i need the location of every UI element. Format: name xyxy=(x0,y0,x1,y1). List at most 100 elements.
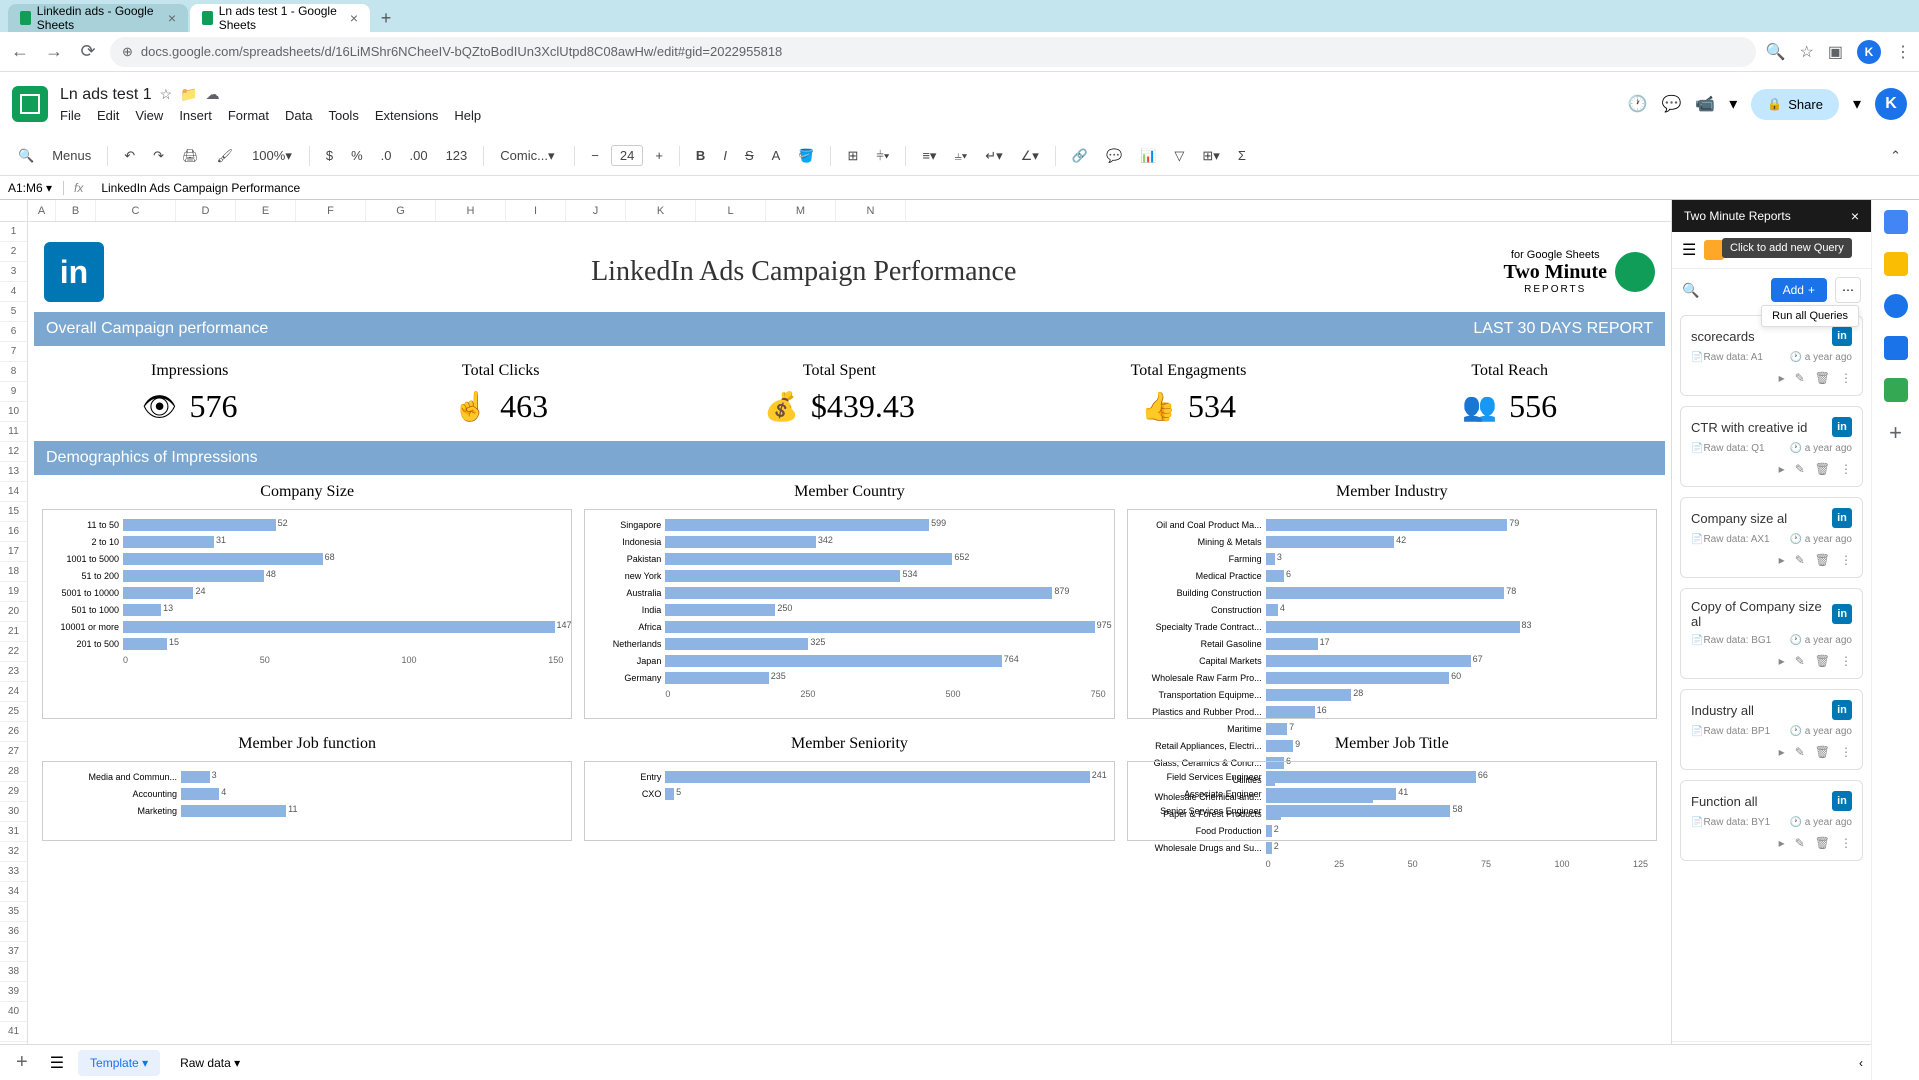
run-icon[interactable]: ▸ xyxy=(1779,462,1785,476)
edit-icon[interactable]: ✎ xyxy=(1795,553,1805,567)
delete-icon[interactable]: 🗑 xyxy=(1815,553,1830,567)
row-header[interactable]: 35 xyxy=(0,902,27,922)
more-icon[interactable]: ⋮ xyxy=(1840,654,1852,668)
search-icon[interactable]: 🔍 xyxy=(1682,282,1699,299)
menu-tools[interactable]: Tools xyxy=(328,108,358,123)
column-header[interactable]: B xyxy=(56,200,96,221)
delete-icon[interactable]: 🗑 xyxy=(1815,836,1830,850)
run-icon[interactable]: ▸ xyxy=(1779,371,1785,385)
row-header[interactable]: 39 xyxy=(0,982,27,1002)
close-icon[interactable]: × xyxy=(168,10,176,26)
menu-icon[interactable]: ⋮ xyxy=(1895,42,1911,62)
borders-button[interactable]: ⊞ xyxy=(841,144,864,168)
add-addon-icon[interactable]: + xyxy=(1889,420,1902,446)
chart-button[interactable]: 📊 xyxy=(1134,144,1162,168)
filter-button[interactable]: ▽ xyxy=(1168,144,1190,168)
history-icon[interactable]: 🕐 xyxy=(1628,94,1648,114)
menu-icon[interactable]: ☰ xyxy=(1682,240,1696,260)
column-header[interactable]: E xyxy=(236,200,296,221)
select-all-corner[interactable] xyxy=(0,200,28,222)
query-card[interactable]: Company size alin 📄Raw data: AX1🕐 a year… xyxy=(1680,497,1863,578)
italic-button[interactable]: I xyxy=(717,144,733,167)
back-button[interactable]: ← xyxy=(8,40,32,64)
row-header[interactable]: 17 xyxy=(0,542,27,562)
menu-view[interactable]: View xyxy=(135,108,163,123)
row-header[interactable]: 34 xyxy=(0,882,27,902)
menu-format[interactable]: Format xyxy=(228,108,269,123)
zoom-select[interactable]: 100% ▾ xyxy=(245,145,299,167)
column-header[interactable]: A xyxy=(28,200,56,221)
strike-button[interactable]: S xyxy=(739,144,760,167)
column-header[interactable]: C xyxy=(96,200,176,221)
merge-button[interactable]: ⫩▾ xyxy=(870,144,895,168)
print-button[interactable]: 🖨 xyxy=(176,144,205,168)
fontsize-input[interactable]: 24 xyxy=(611,145,643,166)
comments-icon[interactable]: 💬 xyxy=(1661,94,1681,114)
row-header[interactable]: 1 xyxy=(0,222,27,242)
row-header[interactable]: 37 xyxy=(0,942,27,962)
row-header[interactable]: 29 xyxy=(0,782,27,802)
explore-icon[interactable]: ‹ xyxy=(1859,1056,1863,1070)
more-icon[interactable]: ⋮ xyxy=(1840,745,1852,759)
more-icon[interactable]: ⋮ xyxy=(1840,371,1852,385)
sheet-tab-template[interactable]: Template ▾ xyxy=(78,1050,160,1076)
row-header[interactable]: 5 xyxy=(0,302,27,322)
row-header[interactable]: 31 xyxy=(0,822,27,842)
row-header[interactable]: 19 xyxy=(0,582,27,602)
menus-label[interactable]: Menus xyxy=(46,144,97,167)
close-icon[interactable]: × xyxy=(1851,208,1859,224)
row-header[interactable]: 2 xyxy=(0,242,27,262)
text-color-button[interactable]: A xyxy=(766,144,787,167)
paint-format-button[interactable]: 🖌 xyxy=(211,144,240,168)
sheet-tab-raw[interactable]: Raw data ▾ xyxy=(168,1050,252,1076)
row-header[interactable]: 16 xyxy=(0,522,27,542)
menu-file[interactable]: File xyxy=(60,108,81,123)
percent-button[interactable]: % xyxy=(345,144,369,167)
row-header[interactable]: 7 xyxy=(0,342,27,362)
row-header[interactable]: 41 xyxy=(0,1022,27,1042)
row-headers[interactable]: 1234567891011121314151617181920212223242… xyxy=(0,222,28,1080)
menu-help[interactable]: Help xyxy=(454,108,481,123)
formula-input[interactable]: LinkedIn Ads Campaign Performance xyxy=(93,181,1919,195)
font-select[interactable]: Comic... ▾ xyxy=(494,144,564,168)
row-header[interactable]: 33 xyxy=(0,862,27,882)
forward-button[interactable]: → xyxy=(42,40,66,64)
query-card[interactable]: Copy of Company size alin 📄Raw data: BG1… xyxy=(1680,588,1863,679)
edit-icon[interactable]: ✎ xyxy=(1795,836,1805,850)
move-icon[interactable]: 📁 xyxy=(180,86,197,103)
table-button[interactable]: ⊞▾ xyxy=(1196,144,1225,168)
calendar-icon[interactable] xyxy=(1884,210,1908,234)
column-header[interactable]: G xyxy=(366,200,436,221)
number-format-button[interactable]: 123 xyxy=(440,144,474,167)
row-header[interactable]: 3 xyxy=(0,262,27,282)
more-icon[interactable]: ⋮ xyxy=(1840,553,1852,567)
edit-icon[interactable]: ✎ xyxy=(1795,654,1805,668)
dec-decimal-button[interactable]: .0 xyxy=(375,144,398,167)
cloud-icon[interactable]: ☁ xyxy=(206,86,220,103)
row-header[interactable]: 22 xyxy=(0,642,27,662)
row-header[interactable]: 26 xyxy=(0,722,27,742)
bold-button[interactable]: B xyxy=(690,144,711,167)
query-card[interactable]: scorecardsin 📄Raw data: A1🕐 a year ago ▸… xyxy=(1680,315,1863,396)
panel-icon[interactable]: ▣ xyxy=(1828,42,1843,62)
collapse-toolbar-icon[interactable]: ⌃ xyxy=(1884,144,1907,168)
tasks-icon[interactable] xyxy=(1884,294,1908,318)
more-icon[interactable]: ⋮ xyxy=(1840,836,1852,850)
menu-edit[interactable]: Edit xyxy=(97,108,119,123)
row-header[interactable]: 6 xyxy=(0,322,27,342)
delete-icon[interactable]: 🗑 xyxy=(1815,371,1830,385)
meet-icon[interactable]: 📹 xyxy=(1695,94,1715,114)
browser-tab-active[interactable]: Ln ads test 1 - Google Sheets × xyxy=(190,4,370,32)
contacts-icon[interactable] xyxy=(1884,336,1908,360)
link-button[interactable]: 🔗 xyxy=(1066,144,1094,168)
run-icon[interactable]: ▸ xyxy=(1779,553,1785,567)
browser-tab[interactable]: Linkedin ads - Google Sheets × xyxy=(8,4,188,32)
row-header[interactable]: 36 xyxy=(0,922,27,942)
star-icon[interactable]: ☆ xyxy=(160,86,173,103)
share-dropdown[interactable]: ▾ xyxy=(1853,94,1861,114)
run-icon[interactable]: ▸ xyxy=(1779,836,1785,850)
row-header[interactable]: 30 xyxy=(0,802,27,822)
row-header[interactable]: 25 xyxy=(0,702,27,722)
all-sheets-button[interactable]: ☰ xyxy=(44,1053,70,1073)
edit-icon[interactable]: ✎ xyxy=(1795,371,1805,385)
